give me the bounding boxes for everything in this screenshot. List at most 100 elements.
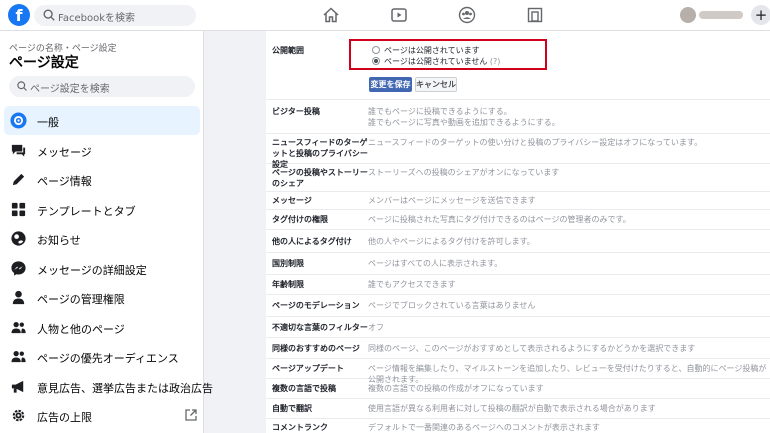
page-title: ページ設定 [9,55,79,71]
settings-row[interactable]: ページのモデレーション ページでブロックされている言葉はありません [266,295,770,317]
facebook-logo[interactable]: f [8,4,30,26]
radio-unpublished[interactable] [372,57,380,65]
row-value: 使用言語が異なる利用者に対して投稿の翻訳が自動で表示される場合があります [368,404,656,413]
row-label: ページアップデート [272,364,344,373]
avatar [680,7,696,23]
row-value: 同様のページ、このページがおすすめとして表示されるようにするかどうかを選択できま… [368,344,696,353]
search-placeholder: ページ設定を検索 [30,84,110,95]
row-label: 年齢制限 [272,280,304,289]
watch-icon[interactable] [390,6,408,24]
messenger-icon [11,261,26,276]
settings-row[interactable]: メッセージ メンバーはページにメッセージを送信できます [266,192,770,210]
sidebar-item-preferred-audience[interactable]: ページの優先オーディエンス [4,342,200,371]
pencil-icon [12,173,25,186]
row-value: ページはすべての人に表示されます。 [368,259,503,268]
sidebar-item-label: ページ情報 [37,175,92,188]
settings-row[interactable]: 自動で翻訳 使用言語が異なる利用者に対して投稿の翻訳が自動で表示される場合があり… [266,399,770,419]
row-label: コメントランク [272,423,328,432]
sidebar-item-label: お知らせ [37,234,81,247]
settings-panel: 公開範囲 ページは公開されています ページは公開されていません (?) 変更を保… [266,31,770,433]
sidebar-item-label: ページの管理権限 [37,293,125,306]
row-value: ページに投稿された写真にタグ付けできるのはページの管理者のみです。 [368,215,631,224]
save-button[interactable]: 変更を保存 [369,77,412,92]
sidebar-item-templates-tabs[interactable]: テンプレートとタブ [4,195,200,224]
row-value: 誰でもページに投稿できるようにする。 誰でもページに写真や動画を追加できるように… [368,107,560,127]
row-value: オフ [368,323,384,332]
sidebar-item-advanced-messaging[interactable]: メッセージの詳細設定 [4,254,200,283]
sidebar-item-political-ads[interactable]: 意見広告、選挙広告または政治広告 [4,372,213,401]
row-value: デフォルトで一番関連のあるページへのコメントが表示されます [368,423,600,432]
row-label: 自動で翻訳 [272,404,312,413]
sidebar-item-people-and-pages[interactable]: 人物と他のページ [4,313,200,342]
row-label: 国別制限 [272,259,304,268]
row-label: 同様のおすすめのページ [272,344,360,353]
gear-icon [10,112,27,129]
settings-row[interactable]: 国別制限 ページはすべての人に表示されます。 [266,253,770,275]
row-label: ページの投稿やストーリーのシェア [272,168,368,188]
settings-row[interactable]: 年齢制限 誰でもアクセスできます [266,275,770,295]
row-label: 複数の言語で投稿 [272,384,336,393]
groups-icon[interactable] [458,6,476,24]
gaming-icon[interactable] [526,6,544,24]
search-icon [17,81,27,91]
search-placeholder: Facebookを検索 [58,13,135,24]
sidebar-item-page-info[interactable]: ページ情報 [4,165,200,194]
grid-icon [11,202,26,217]
create-button[interactable]: + [751,5,770,25]
sidebar-item-label: メッセージの詳細設定 [37,264,147,277]
row-value: 複数の言語での投稿の作成がオフになっています [368,384,544,393]
row-label: ページのモデレーション [272,301,360,310]
settings-row[interactable]: 他の人によるタグ付け 他の人やページによるタグ付けを許可します。 [266,230,770,253]
radio-unpublished-label[interactable]: ページは公開されていません (?) [384,56,500,67]
row-label: タグ付けの権限 [272,215,328,224]
sidebar-item-label: 一般 [37,116,59,129]
globe-icon [11,231,26,246]
row-label: メッセージ [272,196,312,205]
help-icon[interactable]: (?) [490,57,501,66]
sidebar-item-label: テンプレートとタブ [37,205,136,218]
people-icon [11,351,26,363]
facebook-search-input[interactable]: Facebookを検索 [34,5,196,26]
sidebar-item-notifications[interactable]: お知らせ [4,224,200,253]
sidebar-item-label: 人物と他のページ [37,323,125,336]
row-value: 他の人やページによるタグ付けを許可します。 [368,237,535,246]
settings-search-input[interactable]: ページ設定を検索 [9,76,195,97]
top-navigation-bar: f Facebookを検索 + [0,0,770,31]
external-link-icon[interactable] [184,408,198,422]
settings-row[interactable]: コメントランク デフォルトで一番関連のあるページへのコメントが表示されます [266,419,770,433]
cancel-button[interactable]: キャンセル [415,77,457,92]
gear-icon [12,409,25,422]
settings-row[interactable]: 同様のおすすめのページ 同様のページ、このページがおすすめとして表示されるように… [266,338,770,359]
settings-row[interactable]: 複数の言語で投稿 複数の言語での投稿の作成がオフになっています [266,379,770,399]
sidebar-item-label: 意見広告、選挙広告または政治広告 [37,382,213,395]
row-value: メンバーはページにメッセージを送信できます [368,196,536,205]
settings-row-visibility: 公開範囲 ページは公開されています ページは公開されていません (?) 変更を保… [266,31,770,100]
row-label: 不適切な言葉のフィルター [272,323,368,332]
sidebar-item-label: メッセージ [37,146,92,159]
person-icon [12,290,25,305]
row-label: ビジター投稿 [272,107,320,116]
settings-row[interactable]: ビジター投稿 誰でもページに投稿できるようにする。 誰でもページに写真や動画を追… [266,100,770,134]
sidebar-item-general[interactable]: 一般 [4,106,200,135]
sidebar-item-label: ページの優先オーディエンス [37,352,179,365]
settings-row[interactable]: 不適切な言葉のフィルター オフ [266,317,770,338]
row-value: 誰でもアクセスできます [368,280,456,289]
sidebar-item-messages[interactable]: メッセージ [4,136,200,165]
sidebar-item-ad-limits[interactable]: 広告の上限 [4,401,200,430]
row-label: 他の人によるタグ付け [272,237,352,246]
settings-row[interactable]: ページの投稿やストーリーのシェア ストーリーズへの投稿のシェアがオンになっていま… [266,164,770,192]
radio-published[interactable] [372,46,380,54]
settings-row[interactable]: ニュースフィードのターゲットと投稿のプライバシー設定 ニュースフィードのターゲッ… [266,134,770,169]
sidebar-item-page-roles[interactable]: ページの管理権限 [4,283,200,312]
profile-button[interactable] [680,7,750,23]
sidebar-item-label: 広告の上限 [37,411,92,424]
radio-published-label[interactable]: ページは公開されています [384,45,480,56]
settings-row[interactable]: ページアップデート ページ情報を編集したり、マイルストーンを追加したり、レビュー… [266,359,770,384]
row-value: ニュースフィードのターゲットの使い分けと投稿のプライバシー設定はオフになっていま… [368,138,703,147]
profile-name [699,11,743,19]
row-value: ストーリーズへの投稿のシェアがオンになっています [368,168,560,177]
settings-sidebar: ページの名称・ページ設定 ページ設定 ページ設定を検索 一般 メッセージ ページ… [0,31,213,433]
home-icon[interactable] [322,6,340,24]
chat-bubble-icon [11,144,26,157]
settings-row[interactable]: タグ付けの権限 ページに投稿された写真にタグ付けできるのはページの管理者のみです… [266,210,770,230]
